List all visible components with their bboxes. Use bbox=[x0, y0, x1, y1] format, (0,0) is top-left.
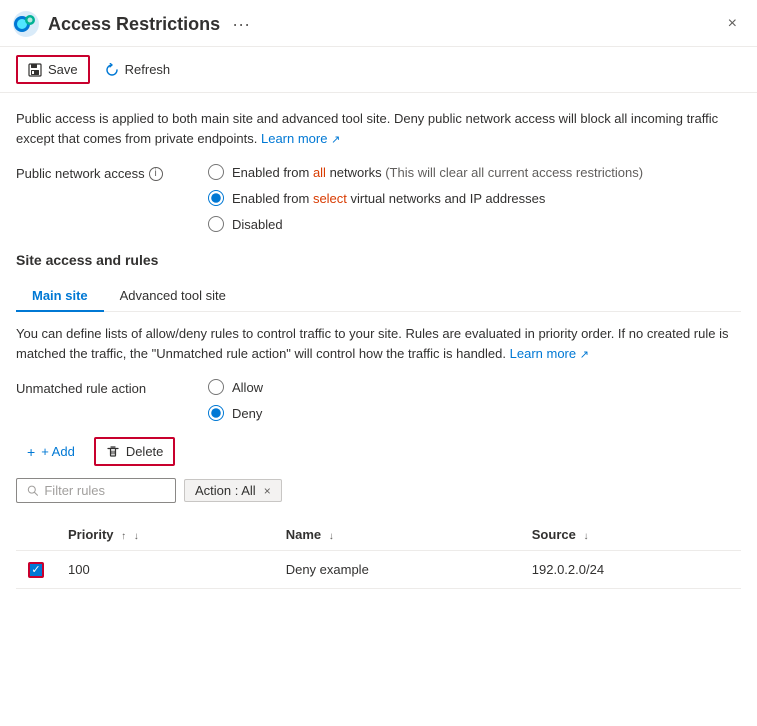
table-header: Priority ↑ ↓ Name ↓ Source ↓ bbox=[16, 519, 741, 551]
site-access-section: Site access and rules Main site Advanced… bbox=[16, 252, 741, 589]
add-button[interactable]: + + Add bbox=[16, 438, 86, 466]
external-link-icon-2: ↗ bbox=[580, 349, 589, 361]
add-icon: + bbox=[27, 444, 35, 460]
save-label: Save bbox=[48, 62, 78, 77]
public-network-info-icon[interactable]: i bbox=[149, 167, 163, 181]
row-priority: 100 bbox=[56, 551, 274, 589]
row-name: Deny example bbox=[274, 551, 520, 589]
filter-rules-input[interactable] bbox=[44, 483, 165, 498]
header-priority: Priority ↑ ↓ bbox=[56, 519, 274, 551]
title-left: Access Restrictions ··· bbox=[12, 10, 250, 38]
external-link-icon-1: ↗ bbox=[331, 134, 340, 146]
radio-select-networks[interactable] bbox=[208, 190, 224, 206]
radio-all-networks[interactable] bbox=[208, 164, 224, 180]
table-body: 100 Deny example 192.0.2.0/24 bbox=[16, 551, 741, 589]
refresh-button[interactable]: Refresh bbox=[94, 56, 182, 83]
priority-sort-up-icon[interactable]: ↑ bbox=[121, 531, 126, 542]
radio-allow[interactable] bbox=[208, 379, 224, 395]
header-checkbox-cell bbox=[16, 519, 56, 551]
info-description: Public access is applied to both main si… bbox=[16, 109, 741, 148]
tab-advanced-tool-site[interactable]: Advanced tool site bbox=[104, 280, 242, 311]
source-sort-down-icon[interactable]: ↓ bbox=[583, 531, 588, 542]
public-network-option-all[interactable]: Enabled from all networks (This will cle… bbox=[208, 164, 643, 180]
site-access-description: You can define lists of allow/deny rules… bbox=[16, 324, 741, 363]
action-buttons: + + Add Delete bbox=[16, 437, 741, 466]
title-bar: Access Restrictions ··· × bbox=[0, 0, 757, 47]
site-access-heading: Site access and rules bbox=[16, 252, 741, 268]
delete-icon bbox=[106, 445, 120, 459]
unmatched-rule-radio-group: Allow Deny bbox=[208, 379, 263, 421]
site-tabs: Main site Advanced tool site bbox=[16, 280, 741, 312]
rules-table: Priority ↑ ↓ Name ↓ Source ↓ bbox=[16, 519, 741, 589]
search-icon bbox=[27, 484, 38, 497]
row-checkbox-cell[interactable] bbox=[16, 551, 56, 589]
learn-more-link-1[interactable]: Learn more ↗ bbox=[261, 131, 340, 146]
public-network-access-section: Public network access i Enabled from all… bbox=[16, 164, 741, 232]
public-network-radio-group: Enabled from all networks (This will cle… bbox=[208, 164, 643, 232]
unmatched-rule-section: Unmatched rule action Allow Deny bbox=[16, 379, 741, 421]
more-options-icon[interactable]: ··· bbox=[232, 14, 250, 35]
radio-disabled[interactable] bbox=[208, 216, 224, 232]
radio-deny[interactable] bbox=[208, 405, 224, 421]
content-area: Public access is applied to both main si… bbox=[0, 93, 757, 709]
public-network-access-label: Public network access i bbox=[16, 164, 176, 181]
refresh-label: Refresh bbox=[125, 62, 171, 77]
delete-label: Delete bbox=[126, 444, 164, 459]
unmatched-rule-label: Unmatched rule action bbox=[16, 379, 176, 396]
toolbar: Save Refresh bbox=[0, 47, 757, 93]
row-checkbox-checked[interactable] bbox=[28, 562, 44, 578]
unmatched-deny-option[interactable]: Deny bbox=[208, 405, 263, 421]
action-filter-label: Action : All bbox=[195, 483, 256, 498]
public-network-option-select[interactable]: Enabled from select virtual networks and… bbox=[208, 190, 643, 206]
delete-button[interactable]: Delete bbox=[94, 437, 176, 466]
unmatched-allow-option[interactable]: Allow bbox=[208, 379, 263, 395]
filter-input-wrapper bbox=[16, 478, 176, 503]
save-button[interactable]: Save bbox=[16, 55, 90, 84]
table-row: 100 Deny example 192.0.2.0/24 bbox=[16, 551, 741, 589]
action-filter-close[interactable]: × bbox=[264, 484, 271, 498]
learn-more-link-2[interactable]: Learn more ↗ bbox=[510, 346, 589, 361]
priority-sort-down-icon[interactable]: ↓ bbox=[134, 531, 139, 542]
name-sort-down-icon[interactable]: ↓ bbox=[329, 531, 334, 542]
row-source: 192.0.2.0/24 bbox=[520, 551, 741, 589]
tab-main-site[interactable]: Main site bbox=[16, 280, 104, 311]
refresh-icon bbox=[105, 63, 119, 77]
page-title: Access Restrictions bbox=[48, 14, 220, 35]
header-name: Name ↓ bbox=[274, 519, 520, 551]
public-network-option-disabled[interactable]: Disabled bbox=[208, 216, 643, 232]
filter-bar: Action : All × bbox=[16, 478, 741, 503]
save-icon bbox=[28, 63, 42, 77]
action-filter-tag: Action : All × bbox=[184, 479, 282, 502]
close-button[interactable]: × bbox=[724, 11, 741, 37]
app-icon bbox=[12, 10, 40, 38]
table-header-row: Priority ↑ ↓ Name ↓ Source ↓ bbox=[16, 519, 741, 551]
header-source: Source ↓ bbox=[520, 519, 741, 551]
